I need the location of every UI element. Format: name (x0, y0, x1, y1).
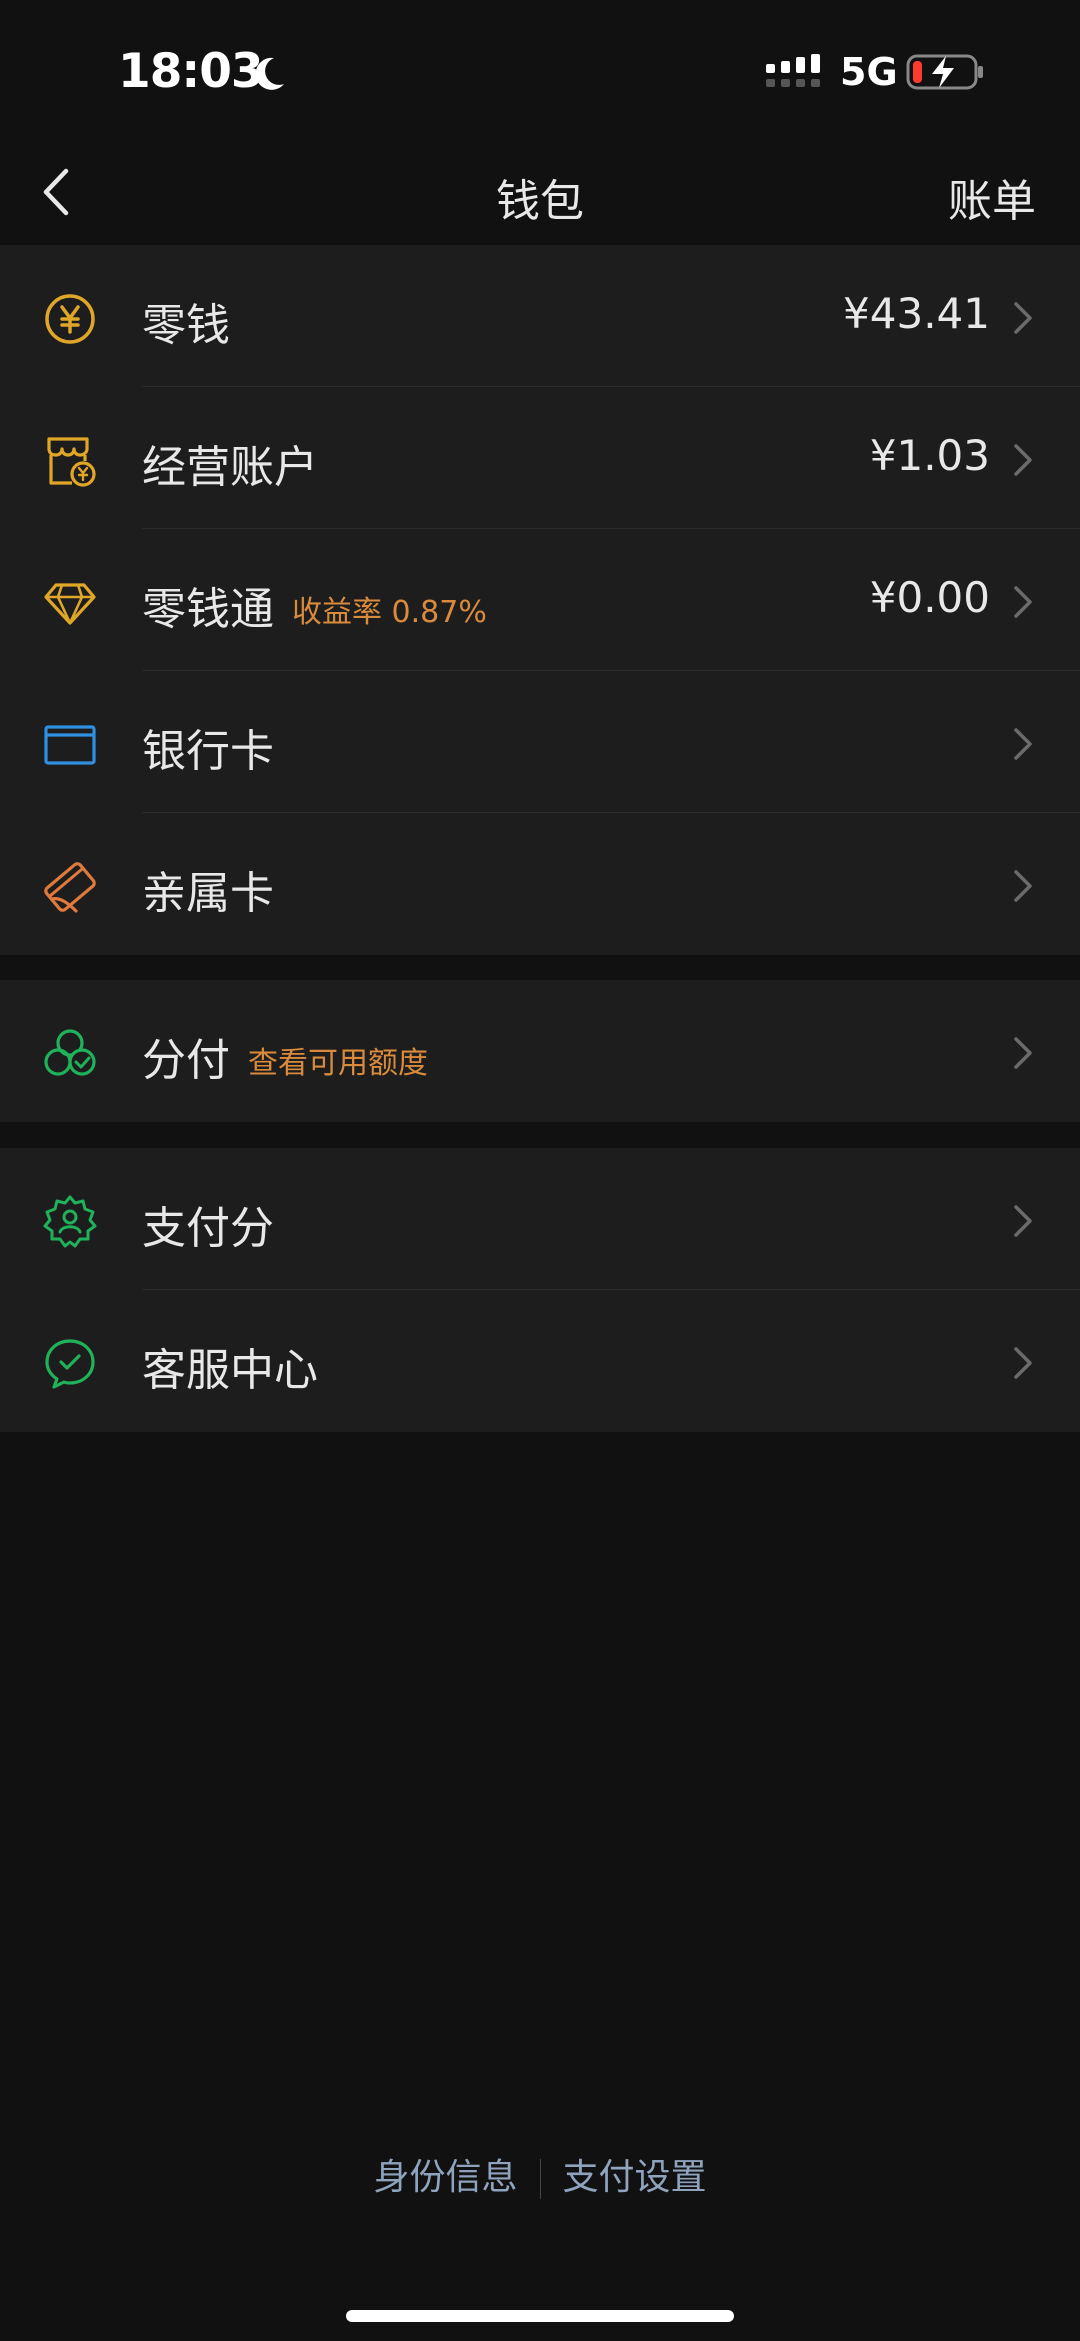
yuan-coin-icon (45, 294, 95, 344)
wallet-section-fenfu: 分付 查看可用额度 (0, 980, 1080, 1122)
bill-button[interactable]: 账单 (948, 165, 1036, 229)
diamond-icon (44, 583, 96, 625)
row-label: 客服中心 (142, 1345, 318, 1396)
chevron-right-icon (1014, 728, 1032, 760)
chevron-right-icon (1014, 586, 1032, 618)
payment-settings-link[interactable]: 支付设置 (541, 2148, 729, 2200)
chevron-right-icon (1014, 1037, 1032, 1069)
list-item-customer-service[interactable]: 客服中心 (0, 1290, 1080, 1432)
chevron-right-icon (1014, 1205, 1032, 1237)
row-label: 支付分 (142, 1203, 274, 1254)
row-label: 经营账户 (142, 442, 318, 493)
chevron-right-icon (1014, 444, 1032, 476)
status-bar: 18:03 5G (0, 0, 1080, 145)
status-time: 18:03 (118, 44, 264, 99)
page-title: 钱包 (496, 176, 584, 227)
payscore-badge-icon (43, 1195, 97, 1248)
yield-rate-tag: 收益率 0.87% (292, 595, 487, 630)
identity-info-link[interactable]: 身份信息 (351, 2148, 539, 2200)
chevron-right-icon (1014, 302, 1032, 334)
store-account-icon (47, 437, 96, 487)
signal-icon (766, 54, 820, 87)
family-card-icon (44, 862, 96, 913)
row-value: ¥1.03 (869, 431, 990, 480)
list-item-business-account[interactable]: 经营账户 ¥1.03 (0, 387, 1080, 529)
row-label: 零钱通 (142, 584, 274, 635)
wallet-section-services: 支付分 客服中心 (0, 1148, 1080, 1432)
customer-service-icon (45, 1339, 95, 1389)
list-item-payscore[interactable]: 支付分 (0, 1148, 1080, 1290)
network-type: 5G (840, 50, 898, 94)
nav-bar: 钱包 账单 (0, 145, 1080, 245)
row-label: 亲属卡 (142, 868, 274, 919)
list-item-lingqiantong[interactable]: 零钱通 收益率 0.87% ¥0.00 (0, 529, 1080, 671)
row-value: ¥43.41 (843, 289, 990, 338)
row-label: 零钱 (142, 300, 230, 351)
footer-links: 身份信息 支付设置 (0, 2148, 1080, 2200)
wallet-section-main: 零钱 ¥43.41 经营账户 ¥1.03 零钱通 收益率 0.87% ¥0.00 (0, 245, 1080, 955)
home-indicator[interactable] (346, 2310, 734, 2322)
row-label: 银行卡 (142, 726, 274, 777)
list-item-family-card[interactable]: 亲属卡 (0, 813, 1080, 955)
list-item-bank-card[interactable]: 银行卡 (0, 671, 1080, 813)
list-item-fenfu[interactable]: 分付 查看可用额度 (0, 980, 1080, 1122)
battery-charging-icon (906, 54, 983, 90)
moon-icon (255, 57, 284, 90)
credit-limit-tag[interactable]: 查看可用额度 (248, 1038, 428, 1082)
chevron-right-icon (1014, 870, 1032, 902)
row-label: 分付 (142, 1035, 230, 1086)
bank-card-icon (44, 725, 96, 765)
chevron-right-icon (1014, 1347, 1032, 1379)
row-value: ¥0.00 (869, 573, 990, 622)
fenfu-icon (44, 1029, 96, 1076)
list-item-change[interactable]: 零钱 ¥43.41 (0, 245, 1080, 387)
